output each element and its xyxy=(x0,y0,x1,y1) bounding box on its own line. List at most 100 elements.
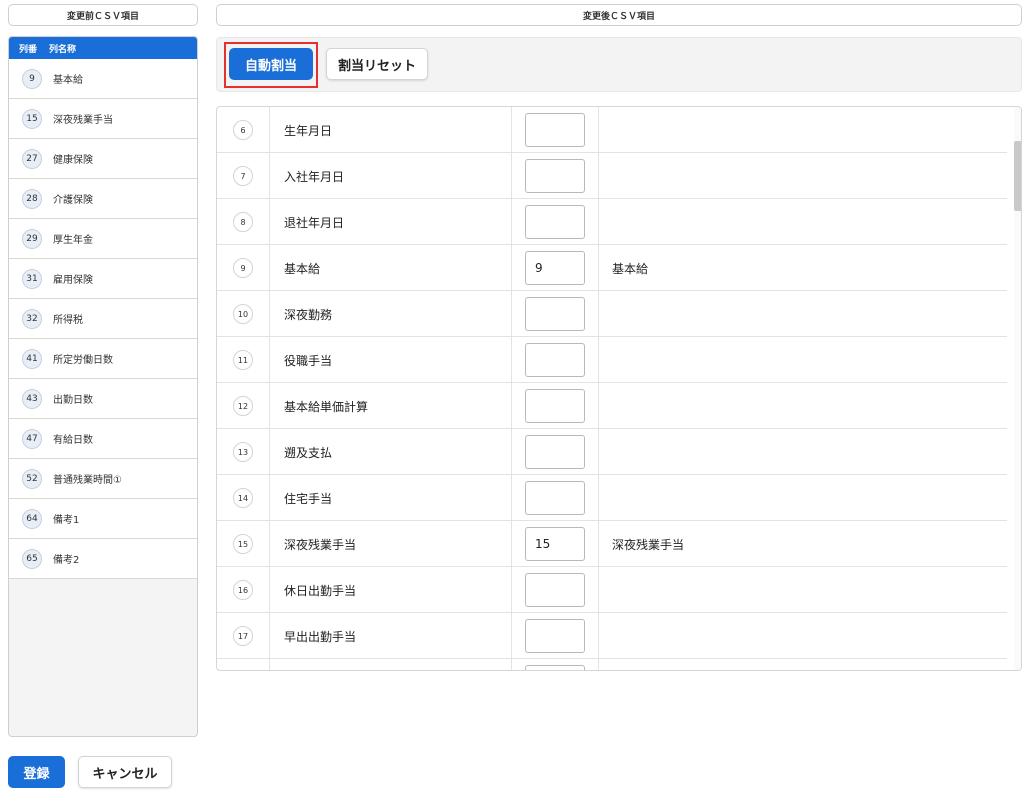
list-item[interactable]: 64 備考1 xyxy=(9,499,197,539)
source-column-name: 深夜残業手当 xyxy=(612,537,685,552)
table-row: 9 基本給 基本給 xyxy=(217,245,1007,291)
column-number-input[interactable] xyxy=(525,389,585,423)
row-number-cell xyxy=(217,659,270,670)
list-rows: 9 基本給 15 深夜残業手当 27 健康保険 28 介護保険 29 厚生年金 31 雇用保険 32 所得… xyxy=(9,59,197,579)
table-row: 6 生年月日 xyxy=(217,107,1007,153)
column-name: 介護保険 xyxy=(53,195,93,206)
column-name: 雇用保険 xyxy=(53,275,93,286)
row-number-badge: 7 xyxy=(233,166,253,186)
column-name: 健康保険 xyxy=(53,155,93,166)
column-name: 厚生年金 xyxy=(53,235,93,246)
column-number-input[interactable] xyxy=(525,297,585,331)
column-number-input[interactable] xyxy=(525,251,585,285)
list-item[interactable]: 9 基本給 xyxy=(9,59,197,99)
column-number-input[interactable] xyxy=(525,159,585,193)
column-number-input[interactable] xyxy=(525,665,585,670)
col-name-header: 列名称 xyxy=(49,44,77,55)
submit-button[interactable]: 登録 xyxy=(8,756,65,788)
column-number-badge: 47 xyxy=(22,428,42,449)
table-row: 10 深夜勤務 xyxy=(217,291,1007,337)
before-csv-list: 列番 列名称 9 基本給 15 深夜残業手当 27 健康保険 28 介護保険 29 厚生年金 31 雇… xyxy=(8,36,198,737)
row-number-cell: 11 xyxy=(217,337,270,383)
table-row: 7 入社年月日 xyxy=(217,153,1007,199)
assign-cell xyxy=(512,291,599,337)
column-number-input[interactable] xyxy=(525,619,585,653)
before-csv-header: 変更前ＣＳＶ項目 xyxy=(8,4,198,26)
row-number-badge: 16 xyxy=(233,580,253,600)
list-header: 列番 列名称 xyxy=(9,37,197,59)
list-item[interactable]: 28 介護保険 xyxy=(9,179,197,219)
list-item[interactable]: 27 健康保険 xyxy=(9,139,197,179)
column-number-badge: 43 xyxy=(22,388,42,409)
field-name: 役職手当 xyxy=(270,337,512,383)
row-number-badge: 12 xyxy=(233,396,253,416)
field-name: 基本給 xyxy=(270,245,512,291)
column-name: 出勤日数 xyxy=(53,395,93,406)
column-name: 深夜残業手当 xyxy=(53,115,113,126)
field-name: 早出出勤手当 xyxy=(270,613,512,659)
row-number-badge: 8 xyxy=(233,212,253,232)
row-number-badge: 9 xyxy=(233,258,253,278)
column-number-input[interactable] xyxy=(525,573,585,607)
field-name: 退社年月日 xyxy=(270,199,512,245)
row-number-cell: 9 xyxy=(217,245,270,291)
scrollbar-thumb[interactable] xyxy=(1014,141,1021,211)
assign-cell xyxy=(512,475,599,521)
row-number-cell: 7 xyxy=(217,153,270,199)
column-number-badge: 64 xyxy=(22,508,42,529)
column-number-badge: 27 xyxy=(22,148,42,169)
row-number-badge: 17 xyxy=(233,626,253,646)
column-number-badge: 41 xyxy=(22,348,42,369)
assign-cell xyxy=(512,613,599,659)
field-name: 遡及支払 xyxy=(270,429,512,475)
column-number-input[interactable] xyxy=(525,481,585,515)
row-number-cell: 15 xyxy=(217,521,270,567)
table-row: 14 住宅手当 xyxy=(217,475,1007,521)
field-name xyxy=(270,659,512,670)
column-number-badge: 28 xyxy=(22,188,42,209)
list-item[interactable]: 31 雇用保険 xyxy=(9,259,197,299)
auto-assign-button[interactable]: 自動割当 xyxy=(229,48,313,80)
field-name: 住宅手当 xyxy=(270,475,512,521)
list-item[interactable]: 47 有給日数 xyxy=(9,419,197,459)
assign-cell xyxy=(512,383,599,429)
row-number-cell: 12 xyxy=(217,383,270,429)
assign-cell xyxy=(512,567,599,613)
cancel-button[interactable]: キャンセル xyxy=(78,756,172,788)
row-number-cell: 6 xyxy=(217,107,270,153)
column-name: 基本給 xyxy=(53,75,83,86)
table-row xyxy=(217,659,1007,670)
column-name: 所得税 xyxy=(53,315,83,326)
list-item[interactable]: 29 厚生年金 xyxy=(9,219,197,259)
field-name: 基本給単価計算 xyxy=(270,383,512,429)
list-item[interactable]: 41 所定労働日数 xyxy=(9,339,197,379)
column-number-input[interactable] xyxy=(525,343,585,377)
column-name: 所定労働日数 xyxy=(53,355,113,366)
list-item[interactable]: 32 所得税 xyxy=(9,299,197,339)
list-item[interactable]: 65 備考2 xyxy=(9,539,197,579)
table-row: 8 退社年月日 xyxy=(217,199,1007,245)
col-num-header: 列番 xyxy=(19,44,38,55)
row-number-cell: 16 xyxy=(217,567,270,613)
list-item[interactable]: 15 深夜残業手当 xyxy=(9,99,197,139)
list-item[interactable]: 43 出勤日数 xyxy=(9,379,197,419)
row-number-badge: 14 xyxy=(233,488,253,508)
table-row: 16 休日出勤手当 xyxy=(217,567,1007,613)
assign-cell xyxy=(512,659,599,670)
table-row: 11 役職手当 xyxy=(217,337,1007,383)
row-number-cell: 13 xyxy=(217,429,270,475)
reset-assign-button[interactable]: 割当リセット xyxy=(326,48,428,80)
column-number-input[interactable] xyxy=(525,113,585,147)
list-item[interactable]: 52 普通残業時間① xyxy=(9,459,197,499)
column-number-input[interactable] xyxy=(525,527,585,561)
field-name: 深夜勤務 xyxy=(270,291,512,337)
assign-cell xyxy=(512,153,599,199)
column-number-badge: 65 xyxy=(22,548,42,569)
column-number-input[interactable] xyxy=(525,435,585,469)
column-number-input[interactable] xyxy=(525,205,585,239)
column-number-badge: 32 xyxy=(22,308,42,329)
column-name: 有給日数 xyxy=(53,435,93,446)
row-number-cell: 14 xyxy=(217,475,270,521)
column-number-badge: 29 xyxy=(22,228,42,249)
column-name: 備考1 xyxy=(53,515,80,526)
